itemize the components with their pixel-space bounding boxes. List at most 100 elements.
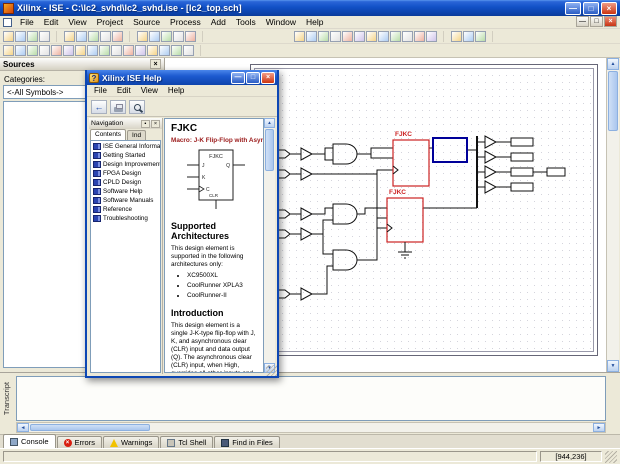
help-titlebar[interactable]: ? Xilinx ISE Help — □ × bbox=[87, 70, 277, 85]
mirror-horizontal-icon[interactable] bbox=[390, 31, 401, 42]
help-tree-item[interactable]: Troubleshooting bbox=[91, 214, 160, 223]
rotate-icon[interactable] bbox=[378, 31, 389, 42]
scroll-left-icon[interactable]: ◄ bbox=[17, 423, 29, 432]
close-button[interactable]: × bbox=[601, 2, 617, 15]
add-symbol-icon[interactable] bbox=[354, 31, 365, 42]
menu-item[interactable]: Source bbox=[128, 16, 165, 28]
redo-icon[interactable] bbox=[112, 31, 123, 42]
mdi-close-button[interactable]: × bbox=[604, 16, 617, 27]
symbol-info-icon[interactable] bbox=[63, 45, 74, 56]
print-icon[interactable] bbox=[110, 100, 126, 114]
transcript-panel-tab[interactable]: Transcript bbox=[2, 382, 11, 415]
help-menu-item[interactable]: File bbox=[89, 86, 112, 95]
help-tree-item[interactable]: Reference bbox=[91, 205, 160, 214]
save-icon[interactable] bbox=[27, 31, 38, 42]
help-tree-item[interactable]: Design Improvement bbox=[91, 160, 160, 169]
scroll-up-icon[interactable]: ▲ bbox=[607, 58, 619, 70]
find-icon[interactable] bbox=[75, 45, 86, 56]
stop-icon[interactable] bbox=[463, 31, 474, 42]
zoom-full-icon[interactable] bbox=[161, 31, 172, 42]
menu-item[interactable]: File bbox=[15, 16, 39, 28]
scroll-up-icon[interactable]: ▲ bbox=[264, 118, 275, 128]
check-schematic-icon[interactable] bbox=[414, 31, 425, 42]
schematic-vertical-scrollbar[interactable]: ▲ ▼ bbox=[606, 58, 619, 372]
tab-warnings[interactable]: Warnings bbox=[103, 436, 159, 448]
hierarchy-pop-icon[interactable] bbox=[15, 45, 26, 56]
undo-icon[interactable] bbox=[100, 31, 111, 42]
help-tree-item[interactable]: ISE General Informa bbox=[91, 142, 160, 151]
add-bus-icon[interactable] bbox=[318, 31, 329, 42]
close-icon[interactable]: × bbox=[151, 120, 160, 128]
zoom-selection-icon[interactable] bbox=[173, 31, 184, 42]
help-resize-grip[interactable] bbox=[266, 365, 277, 376]
select-icon[interactable] bbox=[294, 31, 305, 42]
mdi-minimize-button[interactable]: — bbox=[576, 16, 589, 27]
help-minimize-button[interactable]: — bbox=[231, 72, 245, 84]
sources-close-icon[interactable]: × bbox=[150, 59, 161, 69]
tab-console[interactable]: Console bbox=[3, 434, 56, 448]
print-icon[interactable] bbox=[39, 31, 50, 42]
menu-item[interactable]: Help bbox=[301, 16, 328, 28]
help-tree-item[interactable]: CPLD Design bbox=[91, 178, 160, 187]
add-text-icon[interactable] bbox=[366, 31, 377, 42]
cut-icon[interactable] bbox=[64, 31, 75, 42]
view-area-icon[interactable] bbox=[99, 45, 110, 56]
refresh-icon[interactable] bbox=[123, 45, 134, 56]
hierarchy-push-icon[interactable] bbox=[3, 45, 14, 56]
mirror-vertical-icon[interactable] bbox=[402, 31, 413, 42]
paste-icon[interactable] bbox=[88, 31, 99, 42]
transcript-output[interactable] bbox=[16, 376, 606, 421]
help-close-button[interactable]: × bbox=[261, 72, 275, 84]
help-icon[interactable] bbox=[475, 31, 486, 42]
help-tree-item[interactable]: Software Help bbox=[91, 187, 160, 196]
search-icon[interactable] bbox=[129, 100, 145, 114]
new-icon[interactable] bbox=[3, 31, 14, 42]
minimize-button[interactable]: — bbox=[565, 2, 581, 15]
help-tree-item[interactable]: FPGA Design bbox=[91, 169, 160, 178]
view-previous-icon[interactable] bbox=[111, 45, 122, 56]
toggle-grid-icon[interactable] bbox=[39, 45, 50, 56]
help-tree-item[interactable]: Getting Started bbox=[91, 151, 160, 160]
add-wire-icon[interactable] bbox=[306, 31, 317, 42]
warning-view-icon[interactable] bbox=[159, 45, 170, 56]
help-tree-item[interactable]: Software Manuals bbox=[91, 196, 160, 205]
tab-contents[interactable]: Contents bbox=[90, 129, 126, 140]
help-vertical-scrollbar[interactable]: ▲ ▼ bbox=[264, 118, 275, 373]
add-net-name-icon[interactable] bbox=[330, 31, 341, 42]
tab-index[interactable]: Ind bbox=[127, 130, 146, 140]
zoom-out-icon[interactable] bbox=[149, 31, 160, 42]
menu-item[interactable]: Add bbox=[206, 16, 231, 28]
menu-item[interactable]: Tools bbox=[231, 16, 261, 28]
help-menu-item[interactable]: View bbox=[136, 86, 163, 95]
copy-icon[interactable] bbox=[76, 31, 87, 42]
scroll-down-icon[interactable]: ▼ bbox=[607, 360, 619, 372]
options-icon[interactable] bbox=[426, 31, 437, 42]
menu-item[interactable]: Process bbox=[165, 16, 206, 28]
tab-errors[interactable]: × Errors bbox=[57, 436, 102, 448]
console-view-icon[interactable] bbox=[135, 45, 146, 56]
menu-item[interactable]: Window bbox=[261, 16, 301, 28]
tab-tcl-shell[interactable]: Tcl Shell bbox=[160, 436, 213, 448]
back-icon[interactable] bbox=[91, 100, 107, 114]
maximize-button[interactable]: □ bbox=[583, 2, 599, 15]
help-menu-item[interactable]: Help bbox=[163, 86, 189, 95]
error-view-icon[interactable] bbox=[147, 45, 158, 56]
pin-icon[interactable]: ▪ bbox=[141, 120, 150, 128]
pan-icon[interactable] bbox=[185, 31, 196, 42]
tab-find-in-files[interactable]: Find in Files bbox=[214, 436, 279, 448]
scroll-thumb[interactable] bbox=[265, 129, 274, 171]
help-maximize-button[interactable]: □ bbox=[246, 72, 260, 84]
snap-to-grid-icon[interactable] bbox=[27, 45, 38, 56]
find-files-view-icon[interactable] bbox=[183, 45, 194, 56]
zoom-in-icon[interactable] bbox=[137, 31, 148, 42]
scroll-right-icon[interactable]: ► bbox=[593, 423, 605, 432]
scroll-thumb[interactable] bbox=[608, 71, 618, 131]
open-icon[interactable] bbox=[15, 31, 26, 42]
scroll-thumb[interactable] bbox=[30, 424, 150, 431]
tcl-view-icon[interactable] bbox=[171, 45, 182, 56]
properties-icon[interactable] bbox=[51, 45, 62, 56]
menu-item[interactable]: View bbox=[63, 16, 91, 28]
console-horizontal-scrollbar[interactable]: ◄ ► bbox=[16, 422, 606, 433]
run-icon[interactable] bbox=[451, 31, 462, 42]
menu-item[interactable]: Edit bbox=[39, 16, 64, 28]
